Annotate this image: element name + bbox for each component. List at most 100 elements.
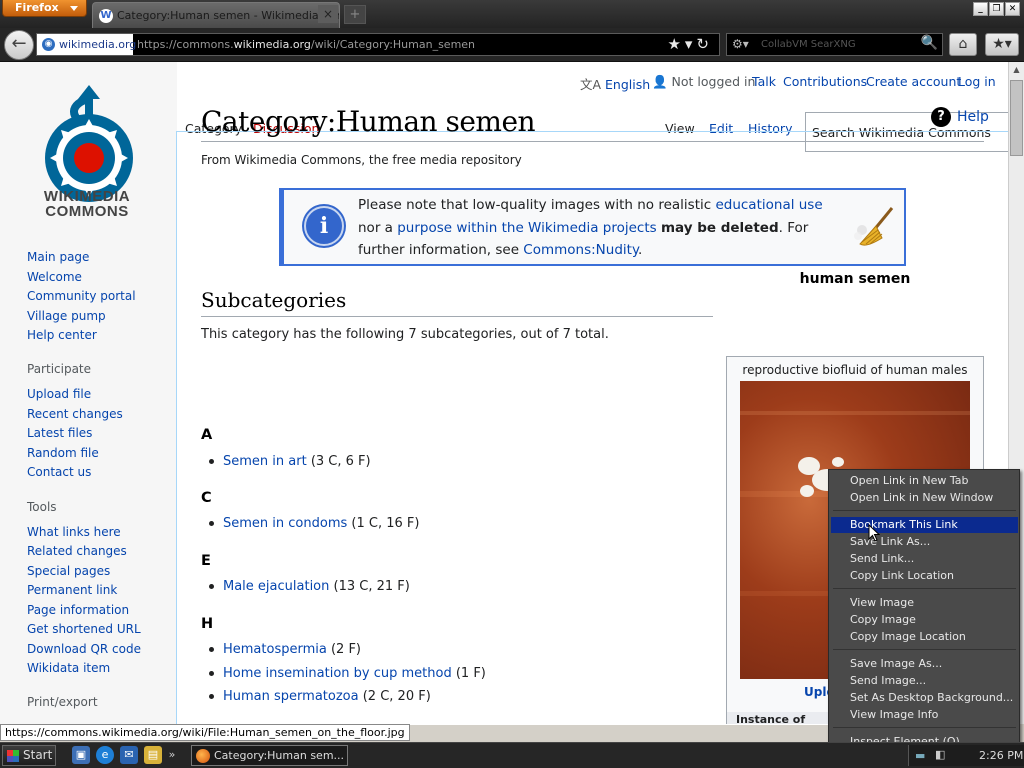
sidebar-item-qr-code[interactable]: Download QR code	[27, 642, 141, 656]
scrollbar-thumb[interactable]	[1010, 80, 1023, 156]
menu-item-open-link-new-tab[interactable]: Open Link in New Tab	[831, 473, 1018, 489]
subcategory-link[interactable]: Human spermatozoa	[223, 689, 359, 704]
new-tab-button[interactable]: +	[344, 5, 366, 24]
talk-link[interactable]: Talk	[752, 74, 776, 89]
start-button[interactable]: Start	[2, 745, 56, 766]
scroll-up-icon[interactable]: ▲	[1009, 62, 1024, 78]
menu-item-set-desktop-background[interactable]: Set As Desktop Background...	[831, 690, 1018, 706]
sidebar-item-random-file[interactable]: Random file	[27, 446, 99, 460]
menu-item-save-image-as[interactable]: Save Image As...	[831, 656, 1018, 672]
notice-bold-text: may be deleted	[660, 219, 779, 236]
subcategory-link[interactable]: Home insemination by cup method	[223, 666, 452, 681]
sidebar-item-related-changes[interactable]: Related changes	[27, 544, 127, 558]
subcategories-count: This category has the following 7 subcat…	[201, 327, 609, 342]
bullet-icon	[209, 671, 214, 676]
sidebar-item-contact-us[interactable]: Contact us	[27, 465, 91, 479]
show-desktop-icon[interactable]: ▣	[72, 746, 90, 764]
subcategory-count: (13 C, 21 F)	[333, 579, 410, 594]
sidebar-item-main-page[interactable]: Main page	[27, 250, 89, 264]
search-icon[interactable]: 🔍	[921, 35, 938, 51]
site-identity-label: wikimedia.org	[59, 38, 137, 51]
menu-item-view-image[interactable]: View Image	[831, 595, 1018, 611]
menu-item-send-link[interactable]: Send Link...	[831, 551, 1018, 567]
bookmarks-menu-icon[interactable]: ★▾	[985, 33, 1019, 56]
commons-nudity-link[interactable]: Commons:Nudity	[523, 242, 638, 258]
outlook-express-icon[interactable]: ✉	[120, 746, 138, 764]
menu-item-copy-link-location[interactable]: Copy Link Location	[831, 568, 1018, 584]
menu-item-open-link-new-window[interactable]: Open Link in New Window	[831, 490, 1018, 506]
firefox-menu-label: Firefox	[15, 1, 59, 14]
menu-item-send-image[interactable]: Send Image...	[831, 673, 1018, 689]
subcategory-link[interactable]: Semen in condoms	[223, 516, 347, 531]
system-tray: ▬ ◧ 2:26 PM	[908, 745, 1024, 766]
reload-icon[interactable]: ↻	[696, 35, 713, 53]
translate-icon: 文A	[580, 77, 606, 92]
explorer-folder-icon[interactable]: ▤	[144, 746, 162, 764]
tab-close-icon[interactable]: ×	[318, 5, 338, 23]
sidebar-item-welcome[interactable]: Welcome	[27, 270, 82, 284]
internet-explorer-icon[interactable]: e	[96, 746, 114, 764]
sidebar-item-help-center[interactable]: Help center	[27, 328, 97, 342]
firefox-menu-button[interactable]: Firefox	[2, 0, 87, 17]
back-arrow-icon[interactable]: ←	[4, 30, 34, 60]
close-window-icon[interactable]: ✕	[1005, 2, 1020, 16]
help-link[interactable]: ? Help	[931, 107, 989, 127]
sidebar-item-what-links-here[interactable]: What links here	[27, 525, 121, 539]
tray-network-icon[interactable]: ▬	[915, 749, 925, 762]
sidebar-item-wikidata-item[interactable]: Wikidata item	[27, 661, 110, 675]
tray-volume-icon[interactable]: ◧	[935, 748, 945, 761]
sidebar-item-permanent-link[interactable]: Permanent link	[27, 583, 117, 597]
contributions-link[interactable]: Contributions	[783, 74, 867, 89]
sidebar-item-page-information[interactable]: Page information	[27, 603, 129, 617]
subcategory-link[interactable]: Semen in art	[223, 454, 307, 469]
maximize-icon[interactable]: ❐	[989, 2, 1004, 16]
infobox-description: reproductive biofluid of human males	[742, 363, 968, 377]
menu-item-copy-image-location[interactable]: Copy Image Location	[831, 629, 1018, 645]
sidebar-item-special-pages[interactable]: Special pages	[27, 564, 110, 578]
url-bar[interactable]: ◉ wikimedia.org https://commons.wikimedi…	[36, 33, 720, 56]
language-selector[interactable]: 文A English	[580, 74, 650, 93]
taskbar-item-firefox[interactable]: Category:Human sem...	[191, 745, 348, 766]
menu-separator	[833, 649, 1016, 650]
site-identity-button[interactable]: ◉ wikimedia.org	[37, 34, 137, 55]
home-icon[interactable]: ⌂	[949, 33, 977, 56]
title-divider	[201, 141, 984, 142]
sidebar-item-recent-changes[interactable]: Recent changes	[27, 407, 123, 421]
url-text[interactable]: https://commons.wikimedia.org/wiki/Categ…	[137, 38, 475, 51]
menu-item-copy-image[interactable]: Copy Image	[831, 612, 1018, 628]
browser-tab[interactable]: W Category:Human semen - Wikimedia Commo…	[92, 2, 340, 28]
sidebar-item-upload-file[interactable]: Upload file	[27, 387, 91, 401]
url-domain: wikimedia.org	[233, 38, 311, 51]
create-account-link[interactable]: Create account	[866, 74, 961, 89]
web-search-box[interactable]: ⚙▾ CollabVM SearXNG 🔍	[726, 33, 943, 56]
notice-text: Please note that low-quality images with…	[358, 194, 832, 262]
bookmark-star-icon[interactable]: ★	[667, 35, 684, 53]
notice-text-1: Please note that low-quality images with…	[358, 197, 716, 213]
bullet-icon	[209, 647, 214, 652]
quick-launch-more-icon[interactable]: »	[166, 746, 178, 764]
history-dropdown-icon[interactable]: ▾	[685, 35, 697, 53]
sidebar-item-village-pump[interactable]: Village pump	[27, 309, 106, 323]
menu-separator	[833, 510, 1016, 511]
login-link[interactable]: Log in	[958, 74, 996, 89]
bullet-icon	[209, 694, 214, 699]
logo-wordmark-line2: COMMONS	[45, 203, 129, 220]
menu-item-save-link-as[interactable]: Save Link As...	[831, 534, 1018, 550]
dropdown-arrow-icon	[70, 6, 78, 11]
menu-item-bookmark-link[interactable]: Bookmark This Link	[831, 517, 1018, 533]
subcategory-count: (1 C, 16 F)	[351, 516, 420, 531]
minimize-icon[interactable]: _	[973, 2, 988, 16]
subcategory-link[interactable]: Male ejaculation	[223, 579, 329, 594]
help-label: Help	[957, 109, 989, 125]
educational-use-link[interactable]: educational use	[715, 197, 822, 213]
subcategory-link[interactable]: Hematospermia	[223, 642, 327, 657]
project-scope-link[interactable]: purpose within the Wikimedia projects	[397, 220, 656, 236]
sidebar-heading-print-export: Print/export	[27, 695, 98, 709]
mouse-cursor-icon	[868, 524, 880, 542]
menu-item-view-image-info[interactable]: View Image Info	[831, 707, 1018, 723]
sidebar-item-community-portal[interactable]: Community portal	[27, 289, 136, 303]
list-item: Semen in condoms (1 C, 16 F)	[209, 516, 419, 531]
sidebar-item-shortened-url[interactable]: Get shortened URL	[27, 622, 141, 636]
search-engine-icon[interactable]: ⚙▾	[732, 37, 749, 51]
sidebar-item-latest-files[interactable]: Latest files	[27, 426, 92, 440]
